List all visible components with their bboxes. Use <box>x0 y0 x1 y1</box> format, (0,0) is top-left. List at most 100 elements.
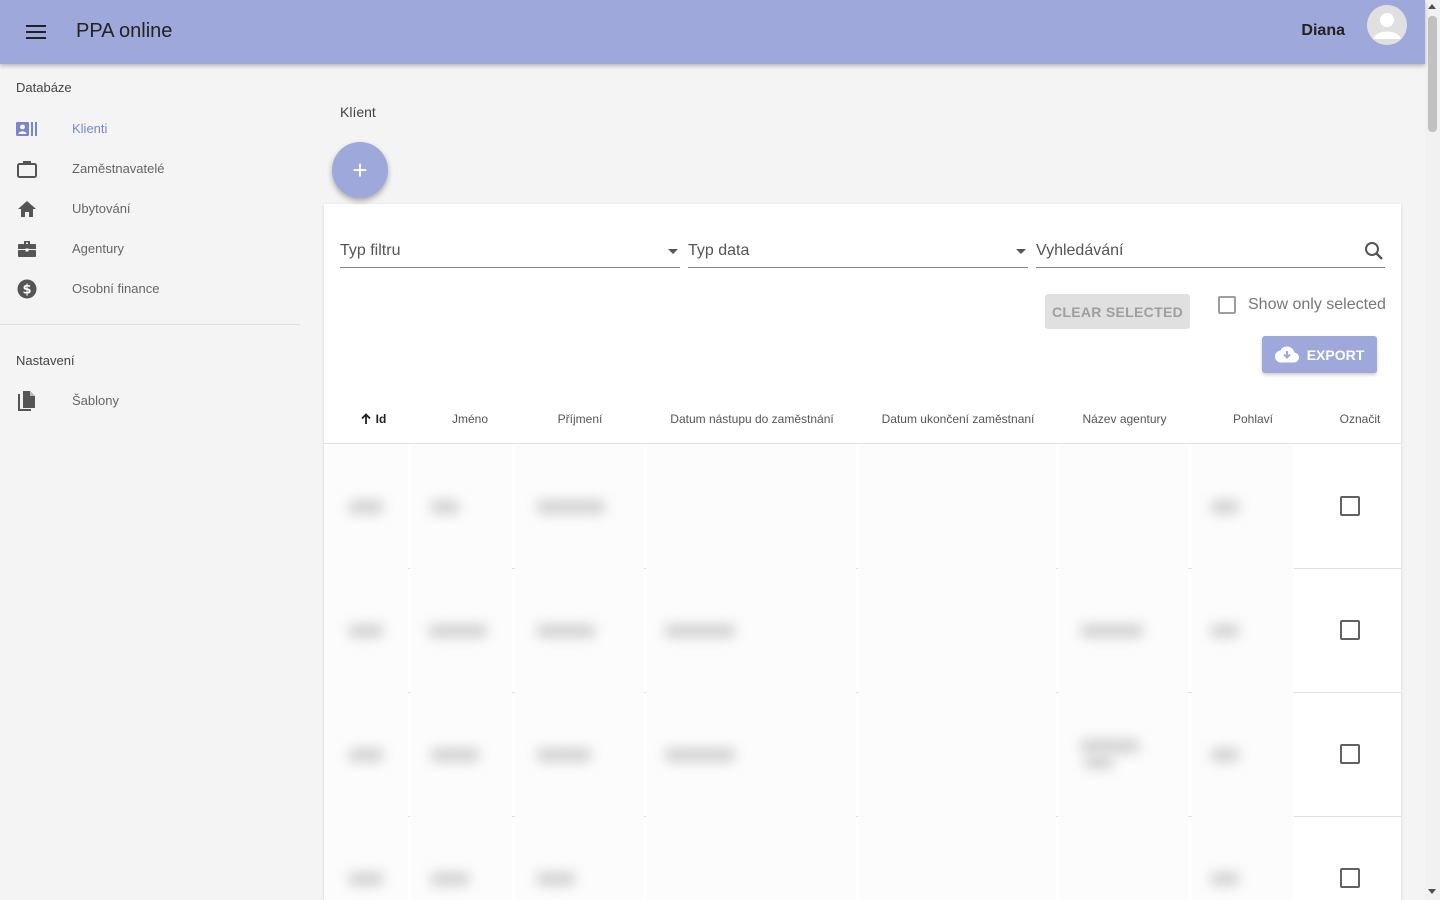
column-label: Datum nástupu do zaměstnání <box>670 412 834 426</box>
blurred-value <box>348 500 384 514</box>
sidebar-item-label: Osobní finance <box>72 280 160 296</box>
row-select-checkbox[interactable] <box>1340 744 1360 764</box>
app-title-bold: PPA <box>76 20 114 42</box>
app-title: PPA online <box>76 20 172 43</box>
column-label: Pohlaví <box>1232 412 1274 426</box>
scroll-down-arrow-icon[interactable] <box>1428 889 1436 894</box>
column-header-datum-nastupu[interactable]: Datum nástupu do zaměstnání <box>646 394 858 444</box>
blurred-cell <box>858 569 1056 693</box>
export-label: EXPORT <box>1306 346 1365 363</box>
dollar-circle-icon: $ <box>16 278 38 300</box>
blurred-value <box>1210 624 1240 638</box>
blurred-cell <box>1058 817 1188 900</box>
sidebar-item-ubytovani[interactable]: Ubytování <box>0 188 300 228</box>
blurred-value <box>430 872 470 886</box>
sidebar-item-label: Ubytování <box>72 200 131 216</box>
app-bar: PPA online Diana <box>0 0 1425 64</box>
column-label: Příjmení <box>557 412 603 426</box>
clients-table-card: Typ filtru Typ data Vyhledávání CLEAR SE… <box>324 204 1401 900</box>
blurred-value <box>430 500 460 514</box>
blurred-cell <box>646 445 856 569</box>
search-icon[interactable] <box>1363 240 1385 262</box>
column-header-pohlavi[interactable]: Pohlaví <box>1192 394 1314 444</box>
column-label: Id <box>375 412 387 426</box>
blurred-cell <box>1192 693 1294 817</box>
blurred-value <box>348 624 384 638</box>
column-label: Datum ukončení zaměstnaní <box>881 412 1035 426</box>
filter-type-select[interactable]: Typ filtru <box>340 238 680 268</box>
filter-type-placeholder: Typ filtru <box>340 242 401 259</box>
blurred-value <box>664 624 736 638</box>
column-header-oznacit[interactable]: Označit <box>1324 394 1396 444</box>
blurred-value <box>536 500 606 514</box>
file-copy-icon <box>16 390 38 412</box>
row-select-checkbox[interactable] <box>1340 868 1360 888</box>
blurred-cell <box>324 817 408 900</box>
hamburger-menu-icon[interactable] <box>22 20 50 44</box>
data-type-select[interactable]: Typ data <box>688 238 1028 268</box>
contacts-card-icon <box>16 118 38 140</box>
table-row[interactable] <box>324 569 1401 693</box>
export-button[interactable]: EXPORT <box>1262 336 1377 373</box>
dropdown-arrow-icon <box>668 249 678 254</box>
sidebar-item-agentury[interactable]: Agentury <box>0 228 300 268</box>
column-header-id[interactable]: Id <box>340 394 406 444</box>
sidebar: Databáze Klienti Zaměstnavatelé Ubytován… <box>0 64 300 900</box>
blurred-value <box>536 872 576 886</box>
blurred-value <box>1210 748 1240 762</box>
table-row[interactable] <box>324 445 1401 569</box>
blurred-value <box>1080 739 1140 753</box>
sidebar-item-label: Klienti <box>72 120 108 136</box>
page-title: Klíent <box>340 104 376 120</box>
sidebar-item-zamestnavatele[interactable]: Zaměstnavatelé <box>0 148 300 188</box>
add-client-button[interactable]: + <box>332 142 388 198</box>
app-title-light: online <box>119 20 173 42</box>
blurred-value <box>430 748 480 762</box>
blurred-cell <box>410 817 512 900</box>
row-select-checkbox[interactable] <box>1340 620 1360 640</box>
blurred-cell <box>646 817 856 900</box>
business-center-icon <box>16 238 38 260</box>
column-header-prijmeni[interactable]: Příjmení <box>515 394 645 444</box>
column-label: Jméno <box>451 412 489 426</box>
svg-text:$: $ <box>22 283 31 298</box>
column-header-nazev-agentury[interactable]: Název agentury <box>1058 394 1191 444</box>
sidebar-item-sablony[interactable]: Šablony <box>0 380 300 420</box>
scroll-up-arrow-icon[interactable] <box>1428 4 1436 9</box>
search-placeholder: Vyhledávání <box>1036 242 1124 259</box>
blurred-cell <box>410 445 512 569</box>
column-header-datum-ukonceni[interactable]: Datum ukončení zaměstnaní <box>858 394 1058 444</box>
blurred-cell <box>1058 693 1188 817</box>
table-row[interactable] <box>324 693 1401 817</box>
blurred-value <box>428 624 488 638</box>
column-header-jmeno[interactable]: Jméno <box>410 394 530 444</box>
show-only-selected-checkbox[interactable] <box>1218 296 1236 314</box>
table-row[interactable] <box>324 817 1401 900</box>
section-header-databaze: Databáze <box>16 80 72 95</box>
home-icon <box>16 198 38 220</box>
page-scrollbar[interactable] <box>1425 0 1440 900</box>
blurred-cell <box>1192 817 1294 900</box>
blurred-cell <box>1192 445 1294 569</box>
sidebar-divider <box>0 324 300 325</box>
show-only-selected-toggle[interactable]: Show only selected <box>1218 296 1386 314</box>
show-only-selected-label: Show only selected <box>1248 296 1386 313</box>
blurred-cell <box>858 445 1056 569</box>
section-header-nastaveni: Nastavení <box>16 353 75 368</box>
blurred-value <box>1210 500 1240 514</box>
column-label: Název agentury <box>1082 412 1167 426</box>
sidebar-item-osobni-finance[interactable]: $ Osobní finance <box>0 268 300 308</box>
scrollbar-thumb[interactable] <box>1428 16 1437 132</box>
user-name[interactable]: Diana <box>1301 22 1345 40</box>
search-input[interactable]: Vyhledávání <box>1036 238 1385 268</box>
sidebar-item-label: Zaměstnavatelé <box>72 160 165 176</box>
cloud-download-icon <box>1274 346 1299 363</box>
user-avatar-icon[interactable] <box>1367 5 1407 45</box>
row-select-checkbox[interactable] <box>1340 496 1360 516</box>
blurred-cell <box>858 693 1056 817</box>
sidebar-item-label: Agentury <box>72 240 125 256</box>
blurred-cell <box>858 817 1056 900</box>
data-type-placeholder: Typ data <box>688 242 750 259</box>
sidebar-item-klienti[interactable]: Klienti <box>0 108 300 148</box>
clear-selected-button[interactable]: CLEAR SELECTED <box>1045 294 1190 329</box>
